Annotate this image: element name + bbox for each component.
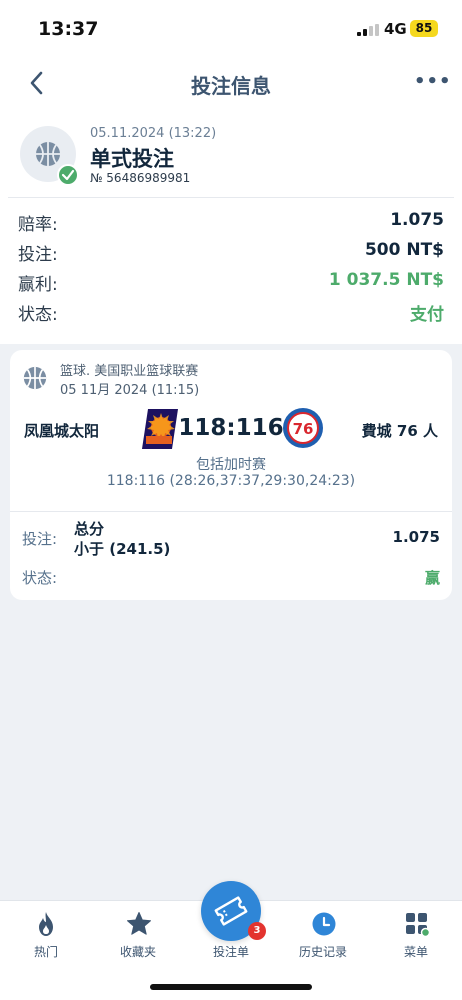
event-league: 篮球. 美国职业篮球联赛 [60, 364, 199, 379]
bet-date: 05.11.2024 (13:22) [90, 126, 217, 141]
status-label: 状态: [18, 305, 58, 325]
event-card[interactable]: 篮球. 美国职业篮球联赛 05 11月 2024 (11:15) 凤凰城太阳 1… [10, 350, 452, 600]
nav-betslip-label: 投注单 [212, 945, 249, 959]
payout-label: 赢利: [18, 275, 58, 295]
nav-menu-label: 菜单 [403, 945, 428, 959]
status-row: 状态: 支付 [18, 300, 444, 326]
svg-text:76: 76 [293, 420, 314, 438]
market-pick: 小于 (241.5) [74, 540, 171, 558]
odds-row: 赔率: 1.075 [18, 210, 444, 236]
overtime-note: 包括加时赛 [196, 457, 266, 473]
status-value: 支付 [410, 305, 444, 325]
nav-menu[interactable]: 菜单 [370, 901, 462, 971]
nav-popular[interactable]: 热门 [0, 901, 92, 971]
check-icon [57, 164, 79, 186]
divider [8, 197, 454, 198]
bet-summary: 05.11.2024 (13:22) 单式投注 № 56486989981 赔率… [0, 112, 462, 344]
selection-status-label: 状态: [22, 569, 58, 587]
nav-popular-label: 热门 [33, 945, 58, 959]
odds-value: 1.075 [390, 210, 444, 230]
clock-icon [312, 912, 336, 936]
battery-icon: 85 [410, 20, 438, 37]
nav-favorites[interactable]: 收藏夹 [92, 901, 184, 971]
star-icon [127, 912, 151, 935]
page-title: 投注信息 [191, 74, 271, 98]
period-scores: 118:116 (28:26,37:37,29:30,24:23) [106, 473, 356, 489]
stake-row: 投注: 500 NT$ [18, 240, 444, 266]
event-time: 05 11月 2024 (11:15) [60, 383, 200, 398]
nav-history-label: 历史记录 [298, 945, 347, 959]
betslip-count-badge: 3 [248, 922, 266, 940]
stake-label: 投注: [18, 245, 58, 265]
payout-row: 赢利: 1 037.5 NT$ [18, 270, 444, 296]
market-name: 总分 [74, 520, 105, 538]
basketball-icon [23, 366, 47, 390]
bet-type: 单式投注 [90, 147, 174, 171]
menu-grid-icon [406, 913, 430, 937]
home-indicator [150, 984, 312, 990]
basketball-icon [36, 142, 60, 166]
flame-icon [39, 912, 53, 936]
odds-label: 赔率: [18, 215, 58, 235]
selection-odds: 1.075 [392, 528, 440, 546]
payout-value: 1 037.5 NT$ [328, 270, 444, 290]
bet-number: № 56486989981 [90, 171, 191, 185]
away-team: 費城 76 人 [361, 422, 438, 440]
bet-label: 投注: [22, 530, 58, 548]
divider [10, 511, 452, 512]
app-header: 投注信息 ••• [0, 56, 462, 112]
status-time: 13:37 [38, 18, 99, 40]
stake-value: 500 NT$ [364, 240, 444, 260]
status-bar: 13:37 4G 85 [0, 0, 462, 56]
nav-history[interactable]: 历史记录 [277, 901, 369, 971]
network-label: 4G [384, 20, 407, 38]
more-options-button[interactable]: ••• [414, 70, 451, 94]
selection-status: 赢 [424, 569, 440, 587]
nav-favorites-label: 收藏夹 [119, 945, 156, 959]
signal-icon [357, 24, 379, 36]
sixers-logo-icon: 76 [283, 408, 323, 448]
